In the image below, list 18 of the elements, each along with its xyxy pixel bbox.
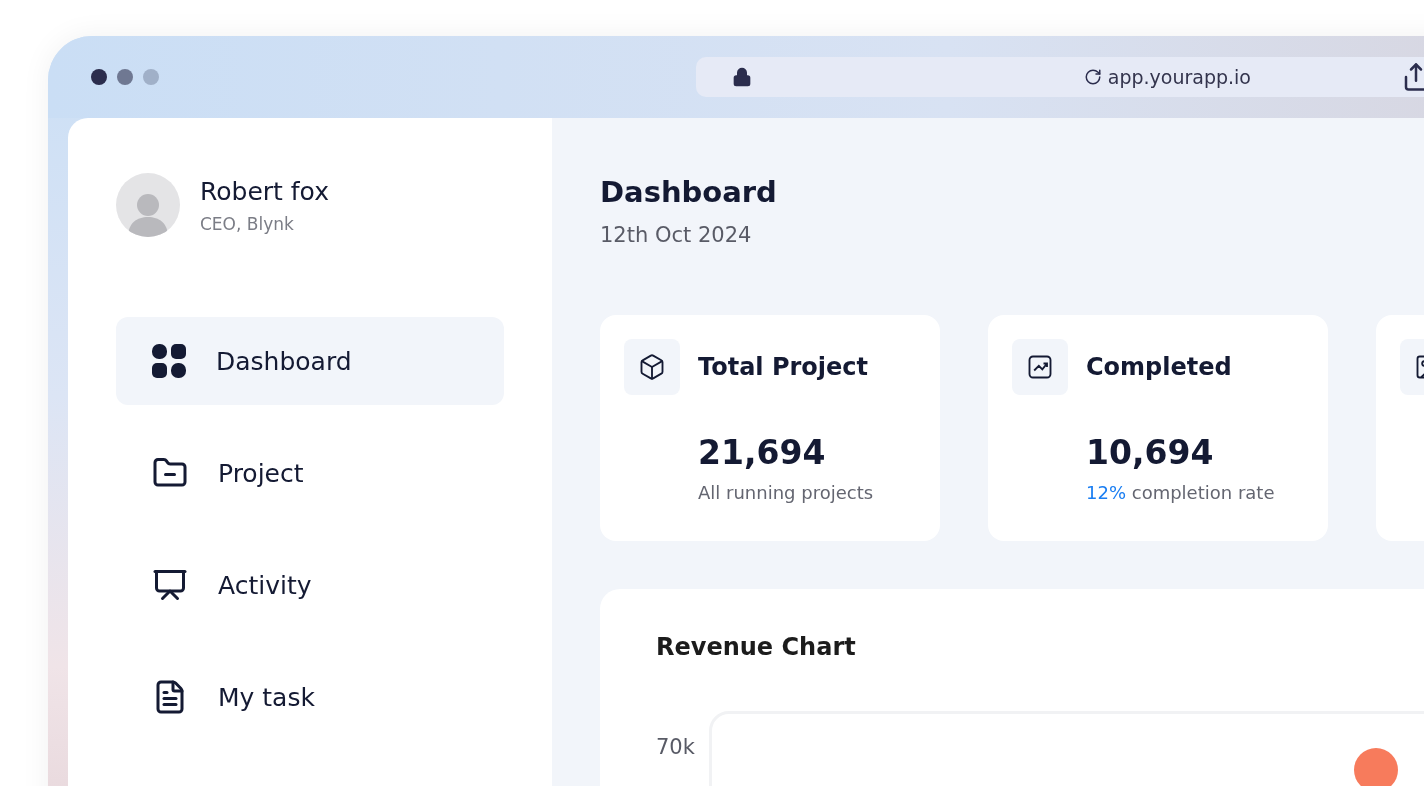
nav-item[interactable]: My task [116,653,504,741]
nav-item[interactable]: Dashboard [116,317,504,405]
url-text: app.yourapp.io [1107,66,1251,88]
nav-item[interactable]: Activity [116,541,504,629]
stat-value: 10,694 [1086,433,1215,472]
page-title: Dashboard [600,175,778,209]
stat-note: All running projects [698,482,875,503]
stat-title: Completed [1086,353,1232,381]
user-name: Robert fox [200,176,329,206]
stat-title: Total Project [698,353,869,381]
axis-label: 70k [656,735,695,761]
stat-note: 12% completion rate [1086,482,1276,503]
address-bar[interactable]: app.yourapp.io [695,57,1424,97]
nav-item[interactable]: Project [116,429,504,517]
page-date: 12th Oct 2024 [600,223,753,247]
chart-title: Revenue Chart [656,633,857,661]
user-role: CEO, Blynk [200,213,295,234]
stat-value: 21,694 [698,433,827,472]
